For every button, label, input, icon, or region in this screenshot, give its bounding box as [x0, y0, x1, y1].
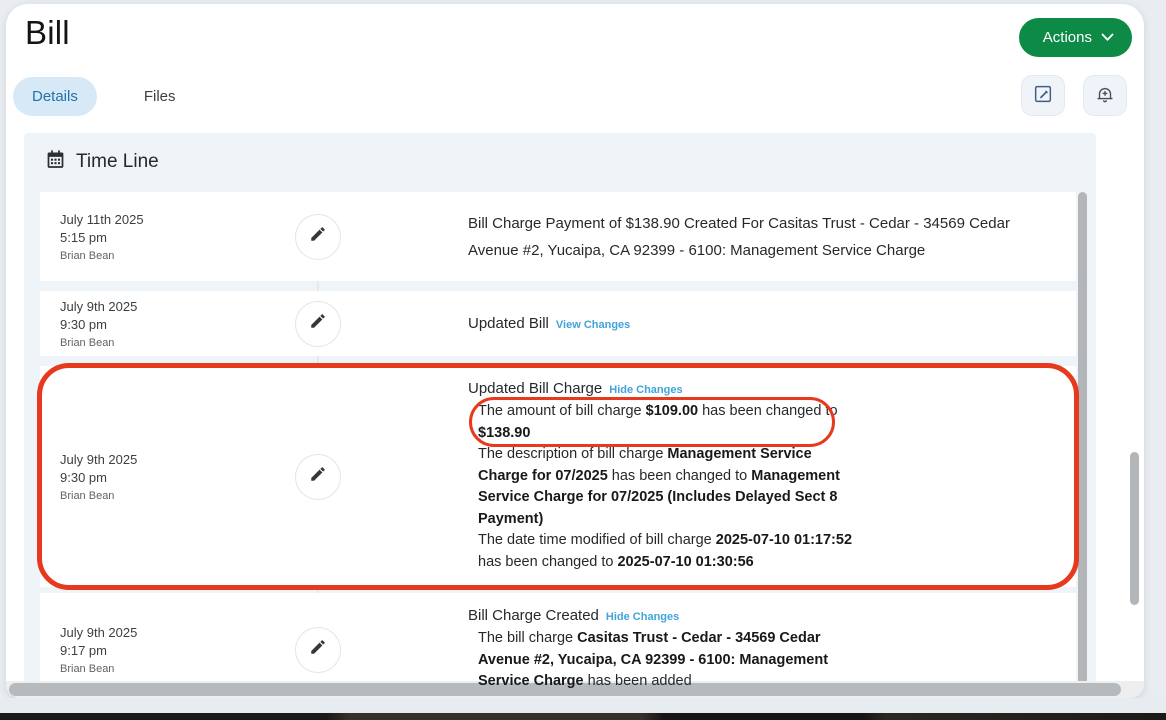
entry-date-block: July 9th 2025 9:17 pm Brian Bean	[40, 624, 280, 675]
tab-files[interactable]: Files	[125, 77, 195, 116]
entry-title: Updated Bill Charge	[468, 380, 602, 397]
tab-details[interactable]: Details	[13, 77, 97, 116]
entry-title: Updated Bill	[468, 315, 549, 332]
entry-description: Bill Charge Payment of $138.90 Created F…	[468, 210, 1056, 264]
timeline-entry-annotated: July 9th 2025 9:30 pm Brian Bean Updated…	[40, 366, 1076, 587]
page-scrollbar[interactable]	[1130, 452, 1139, 605]
view-changes-link[interactable]: View Changes	[556, 319, 630, 331]
pencil-icon	[309, 638, 327, 661]
change-line: The amount of bill charge $109.00 has be…	[478, 401, 860, 444]
entry-date: July 9th 2025	[60, 298, 280, 316]
entry-date: July 9th 2025	[60, 624, 280, 642]
edit-note-icon	[1032, 83, 1054, 108]
entry-user: Brian Bean	[60, 663, 280, 675]
pencil-icon	[309, 465, 327, 488]
entry-time: 9:30 pm	[60, 316, 280, 334]
edit-note-button[interactable]	[1021, 75, 1065, 116]
entry-user: Brian Bean	[60, 250, 280, 262]
timeline-list: July 11th 2025 5:15 pm Brian Bean Bill C…	[40, 192, 1076, 698]
tab-bar: Details Files	[13, 77, 195, 116]
change-line: The date time modified of bill charge 20…	[478, 530, 860, 573]
entry-time: 9:30 pm	[60, 469, 280, 487]
timeline-entry: July 9th 2025 9:30 pm Brian Bean Updated…	[40, 291, 1076, 356]
background-window-strip	[0, 713, 1166, 720]
timeline-node	[295, 627, 341, 673]
actions-button-label: Actions	[1043, 29, 1092, 46]
timeline-node	[295, 214, 341, 260]
change-list: The amount of bill charge $109.00 has be…	[478, 401, 860, 573]
timeline-scrollbar[interactable]	[1078, 192, 1087, 684]
hide-changes-link[interactable]: Hide Changes	[606, 611, 679, 623]
calendar-icon	[45, 149, 66, 175]
entry-user: Brian Bean	[60, 337, 280, 349]
change-line: The description of bill charge Managemen…	[478, 444, 860, 530]
timeline-node	[295, 454, 341, 500]
change-list: The bill charge Casitas Trust - Cedar - …	[478, 628, 850, 693]
entry-user: Brian Bean	[60, 490, 280, 502]
pencil-icon	[309, 312, 327, 335]
timeline-entry: July 11th 2025 5:15 pm Brian Bean Bill C…	[40, 192, 1076, 281]
entry-date: July 9th 2025	[60, 451, 280, 469]
timeline-node	[295, 301, 341, 347]
entry-date-block: July 9th 2025 9:30 pm Brian Bean	[40, 298, 280, 349]
page-title: Bill	[25, 14, 70, 52]
timeline-title: Time Line	[76, 151, 159, 173]
chevron-down-icon	[1101, 33, 1114, 42]
actions-button[interactable]: Actions	[1019, 18, 1132, 57]
bell-plus-icon	[1094, 83, 1116, 108]
timeline-header: Time Line	[24, 133, 1096, 177]
pencil-icon	[309, 225, 327, 248]
timeline-section: Time Line July 11th 2025 5:15 pm Brian B…	[24, 133, 1096, 684]
entry-title: Bill Charge Created	[468, 607, 599, 624]
entry-time: 5:15 pm	[60, 229, 280, 247]
entry-date: July 11th 2025	[60, 211, 280, 229]
bill-window: Bill Actions Details Files	[6, 4, 1144, 698]
entry-time: 9:17 pm	[60, 642, 280, 660]
entry-date-block: July 11th 2025 5:15 pm Brian Bean	[40, 211, 280, 262]
hide-changes-link[interactable]: Hide Changes	[609, 384, 682, 396]
notification-add-button[interactable]	[1083, 75, 1127, 116]
header-icon-buttons	[1021, 75, 1127, 116]
entry-date-block: July 9th 2025 9:30 pm Brian Bean	[40, 451, 280, 502]
page-background-strip	[0, 698, 1166, 713]
change-line: The bill charge Casitas Trust - Cedar - …	[478, 628, 850, 693]
